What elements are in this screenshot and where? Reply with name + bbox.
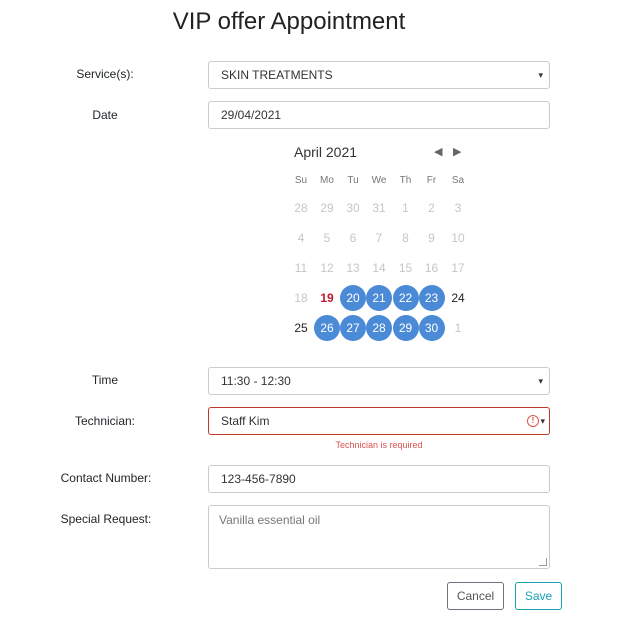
weekday-header: Sa [451, 175, 465, 186]
special-request-value: Vanilla essential oil [219, 513, 321, 527]
calendar-day: 24 [451, 290, 465, 305]
contact-number-input[interactable]: 123-456-7890 [208, 465, 550, 493]
calendar-day-available[interactable]: 22 [392, 284, 419, 311]
service-label: Service(s): [76, 67, 134, 81]
calendar-day-available[interactable]: 30 [418, 314, 445, 341]
special-request-textarea[interactable]: Vanilla essential oil [208, 505, 550, 569]
contact-number-value: 123-456-7890 [221, 472, 296, 486]
calendar-day-today: 19 [320, 290, 334, 305]
save-button[interactable]: Save [515, 582, 562, 610]
calendar-day-available[interactable]: 21 [366, 284, 392, 311]
calendar-day: 5 [323, 230, 331, 245]
calendar-day: 10 [451, 230, 465, 245]
weekday-header: Tu [347, 175, 359, 186]
calendar-day-available[interactable]: 29 [392, 314, 419, 341]
calendar-day: 2 [428, 200, 435, 215]
calendar-day: 4 [297, 230, 305, 245]
special-request-label: Special Request: [60, 512, 152, 526]
calendar-day: 13 [346, 260, 360, 275]
date-value: 29/04/2021 [221, 108, 282, 122]
calendar-day-available[interactable]: 23 [418, 284, 445, 311]
weekday-header: Fr [426, 175, 437, 186]
prev-month-icon[interactable]: ◀ [434, 145, 442, 158]
contact-label: Contact Number: [60, 471, 152, 485]
calendar-day-available[interactable]: 27 [340, 314, 366, 341]
calendar-day: 29 [320, 200, 334, 215]
calendar-day-available[interactable]: 28 [366, 314, 392, 341]
calendar-day: 16 [424, 260, 439, 275]
calendar-day-available[interactable]: 20 [340, 284, 366, 311]
calendar-day: 25 [294, 320, 308, 335]
weekday-header: Mo [320, 175, 334, 186]
technician-label: Technician: [74, 414, 136, 428]
service-select[interactable]: SKIN TREATMENTS ▾ [208, 61, 550, 89]
resize-handle-icon[interactable] [539, 558, 547, 566]
service-value: SKIN TREATMENTS [221, 68, 333, 82]
weekday-header: Th [399, 175, 412, 186]
technician-value: Staff Kim [221, 414, 270, 428]
time-value: 11:30 - 12:30 [221, 374, 291, 388]
date-input[interactable]: 29/04/2021 [208, 101, 550, 129]
calendar-day: 3 [454, 200, 462, 215]
calendar-day: 9 [428, 230, 435, 245]
calendar-day: 11 [294, 260, 308, 275]
time-select[interactable]: 11:30 - 12:30 ▾ [208, 367, 550, 395]
calendar-day: 28 [294, 200, 308, 215]
weekday-header: Su [294, 175, 308, 186]
calendar-month-label: April 2021 [294, 144, 358, 160]
calendar-day: 30 [346, 200, 360, 215]
next-month-icon[interactable]: ▶ [453, 145, 461, 158]
calendar-day: 1 [454, 320, 462, 335]
calendar-day: 12 [320, 260, 334, 275]
technician-select[interactable]: Staff Kim ! ▾ [208, 407, 550, 435]
calendar-day: 17 [451, 260, 465, 275]
calendar-day: 7 [375, 230, 383, 245]
calendar-day: 31 [372, 200, 386, 215]
calendar-day-available[interactable]: 26 [314, 314, 340, 341]
calendar-day: 18 [294, 290, 308, 305]
calendar-day: 1 [402, 200, 409, 215]
cancel-button[interactable]: Cancel [447, 582, 504, 610]
chevron-down-icon: ▾ [538, 70, 543, 80]
weekday-header: We [371, 175, 387, 186]
calendar-day: 6 [349, 230, 357, 245]
calendar-day: 15 [398, 260, 413, 275]
page-title: VIP offer Appointment [172, 8, 406, 35]
date-label: Date [92, 108, 118, 122]
error-icon: ! [527, 415, 539, 427]
calendar-day: 8 [402, 230, 409, 245]
chevron-down-icon: ▾ [538, 376, 543, 386]
chevron-down-icon: ▾ [540, 416, 545, 426]
calendar-day: 14 [372, 260, 386, 275]
time-label: Time [91, 373, 119, 387]
technician-error-message: Technician is required [335, 440, 423, 450]
